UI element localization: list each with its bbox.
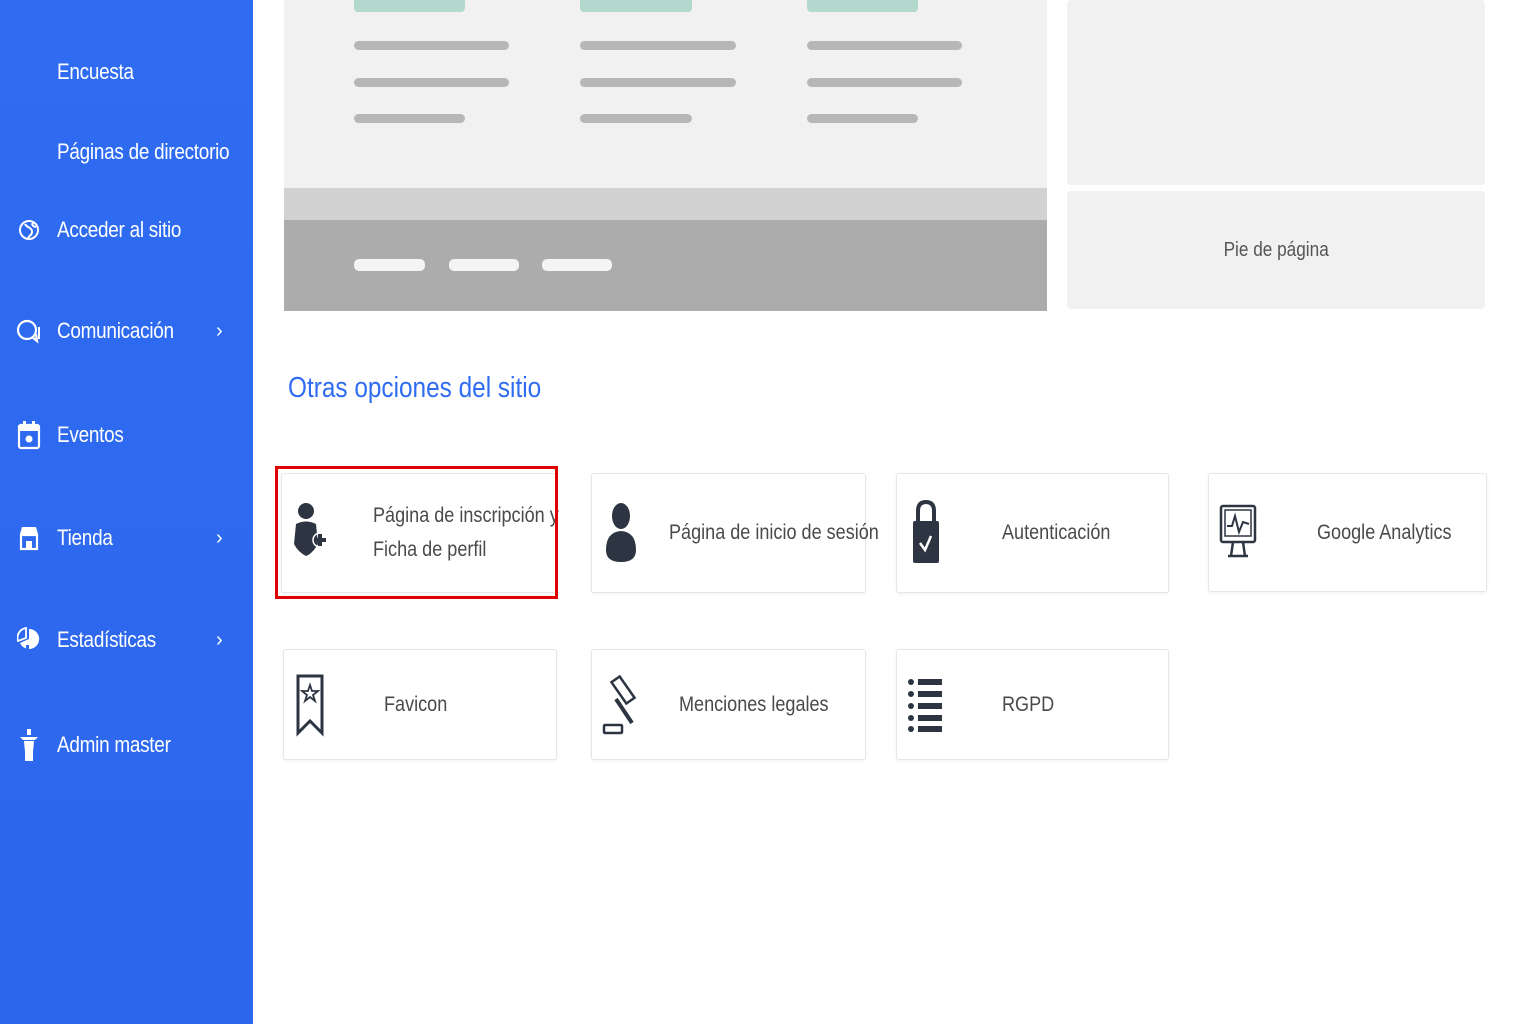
sidebar-item-tienda[interactable]: Tienda › <box>0 508 253 568</box>
preview-placeholder-bar <box>807 78 962 87</box>
sidebar-item-label: Comunicación <box>57 318 174 343</box>
option-label: Página de inscripción y <box>373 504 559 527</box>
sidebar-item-eventos[interactable]: Eventos <box>0 405 253 465</box>
footer-panel[interactable]: Pie de página <box>1067 191 1485 309</box>
monitor-chart-icon <box>1219 474 1257 591</box>
sidebar-item-label: Admin master <box>57 732 171 757</box>
option-label: Favicon <box>384 692 448 716</box>
chevron-right-icon: › <box>216 526 223 549</box>
lock-icon <box>911 474 941 592</box>
layout-preview[interactable] <box>284 0 1047 311</box>
preview-placeholder-bar <box>354 41 509 50</box>
preview-placeholder-bar <box>807 0 918 12</box>
option-card-menciones-legales[interactable]: Menciones legales <box>591 649 866 760</box>
sidebar-item-label: Encuesta <box>57 59 134 84</box>
option-label: Autenticación <box>1002 521 1111 544</box>
preview-placeholder-bar <box>807 41 962 50</box>
preview-placeholder-bar <box>580 114 692 123</box>
list-icon <box>907 650 943 759</box>
option-card-favicon[interactable]: Favicon <box>283 649 557 760</box>
sidebar-item-label: Páginas de directorio <box>57 139 230 164</box>
chat-icon <box>16 316 42 346</box>
option-label: Google Analytics <box>1317 520 1452 544</box>
preview-placeholder-bar <box>354 78 509 87</box>
pie-chart-icon <box>16 625 42 655</box>
preview-placeholder-bar <box>580 0 692 12</box>
sidebar-item-label: Estadísticas <box>57 627 156 652</box>
footer-label: Pie de página <box>1223 238 1329 261</box>
sidebar-item-acceder-sitio[interactable]: Acceder al sitio <box>0 200 253 260</box>
sidebar-item-estadisticas[interactable]: Estadísticas › <box>0 610 253 670</box>
bookmark-star-icon <box>296 650 324 759</box>
shop-icon <box>16 523 42 553</box>
sidebar: Encuesta Páginas de directorio Acceder a… <box>0 0 253 1024</box>
sidebar-item-label: Tienda <box>57 525 113 550</box>
sidebar-item-admin-master[interactable]: Admin master <box>0 715 253 775</box>
option-card-inicio-sesion[interactable]: Página de inicio de sesión <box>591 473 879 593</box>
sidebar-item-label: Eventos <box>57 422 124 447</box>
option-label: Menciones legales <box>679 692 829 716</box>
preview-placeholder-bar <box>354 0 465 12</box>
preview-placeholder-bar <box>580 78 736 87</box>
admin-icon <box>16 729 42 761</box>
option-card-autenticacion[interactable]: Autenticación <box>896 473 1169 593</box>
gavel-icon <box>602 650 640 759</box>
preview-placeholder-bar <box>542 259 612 271</box>
section-title: Otras opciones del sitio <box>288 372 542 404</box>
preview-placeholder-bar <box>354 259 425 271</box>
sidebar-item-comunicacion[interactable]: Comunicación › <box>0 301 253 361</box>
preview-divider-band <box>284 188 1047 220</box>
preview-placeholder-bar <box>807 114 918 123</box>
preview-placeholder-bar <box>580 41 736 50</box>
preview-side-panel[interactable] <box>1067 0 1485 185</box>
option-label: RGPD <box>1002 692 1055 716</box>
option-label: Página de inicio de sesión <box>669 521 879 544</box>
option-label: Ficha de perfil <box>373 538 487 561</box>
sidebar-item-paginas-directorio[interactable]: Páginas de directorio <box>0 122 253 182</box>
preview-placeholder-bar <box>354 114 465 123</box>
option-card-rgpd[interactable]: RGPD <box>896 649 1169 760</box>
user-add-icon <box>292 474 328 592</box>
sidebar-item-encuesta[interactable]: Encuesta <box>0 42 253 102</box>
user-icon <box>604 474 638 592</box>
preview-placeholder-bar <box>449 259 519 271</box>
chevron-right-icon: › <box>216 319 223 342</box>
option-card-inscripcion[interactable]: Página de inscripción y Ficha de perfil <box>281 473 559 593</box>
chevron-right-icon: › <box>216 628 223 651</box>
globe-icon <box>16 215 42 245</box>
calendar-icon <box>16 420 42 450</box>
option-card-google-analytics[interactable]: Google Analytics <box>1208 473 1487 592</box>
sidebar-item-label: Acceder al sitio <box>57 217 182 242</box>
